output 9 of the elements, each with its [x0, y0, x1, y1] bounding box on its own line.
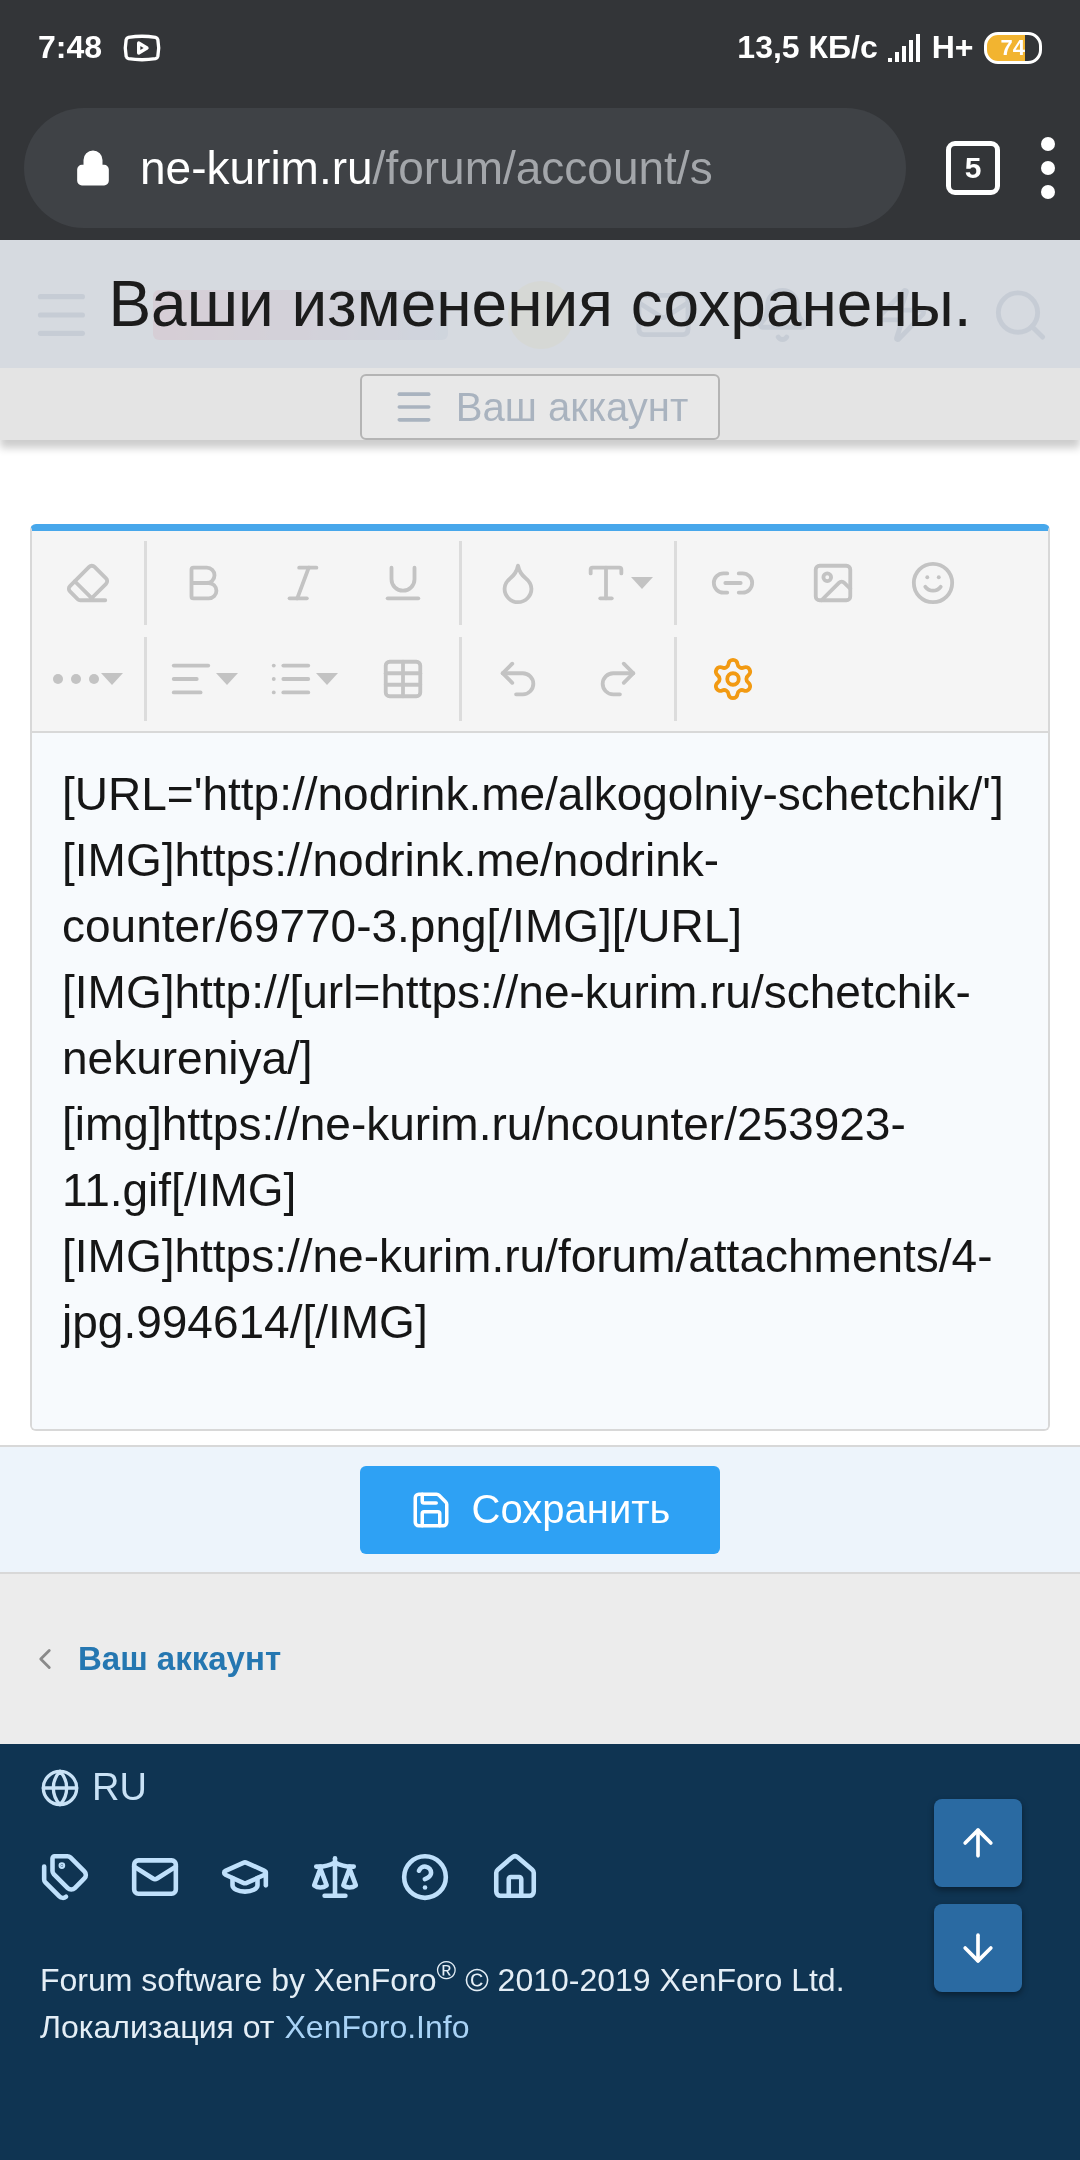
saved-toast: Ваши изменения сохранены. — [0, 240, 1080, 368]
url-path: /forum/account/s — [372, 141, 713, 194]
clock: 7:48 — [38, 29, 103, 66]
url-host: ne-kurim.ru — [140, 141, 373, 194]
localization-text: Локализация от — [40, 2008, 275, 2048]
battery-level: 74 — [983, 31, 1042, 64]
network-speed: 13,5 КБ/с — [737, 29, 878, 66]
network-type: H+ — [931, 29, 974, 66]
copyright-text: Forum software by XenForo$^{®}$ © 2010-2019 XenForo Ltd. — [40, 1953, 845, 2000]
